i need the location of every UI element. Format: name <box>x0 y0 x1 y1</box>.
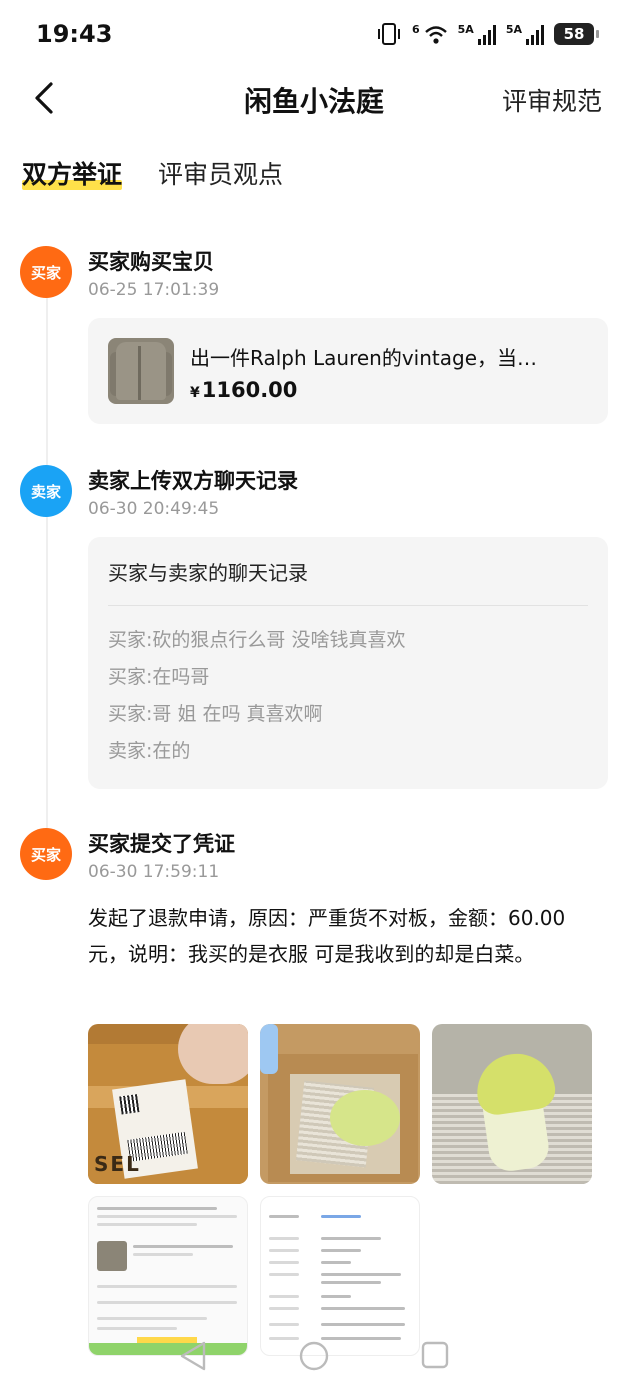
event-time: 06-30 20:49:45 <box>88 499 220 519</box>
chat-message-list: 买家:砍的狠点行么哥 没啥钱真喜欢 买家:在吗哥 买家:哥 姐 在吗 真喜欢啊 … <box>108 627 405 775</box>
system-home-button[interactable] <box>298 1340 330 1376</box>
product-title: 出一件Ralph Lauren的vintage，当… <box>190 346 538 370</box>
event-time: 06-25 17:01:39 <box>88 280 220 300</box>
timeline-event-evidence: 买家 买家提交了凭证 06-30 17:59:11 发起了退款申请，原因：严重货… <box>20 828 608 1368</box>
tab-evidence[interactable]: 双方举证 <box>22 155 123 191</box>
event-title: 买家购买宝贝 <box>88 250 214 274</box>
product-price: ¥1160.00 <box>190 378 298 402</box>
chat-record-card[interactable]: 买家与卖家的聊天记录 买家:砍的狠点行么哥 没啥钱真喜欢 买家:在吗哥 买家:哥… <box>88 537 608 789</box>
tab-reviewer-opinions[interactable]: 评审员观点 <box>158 155 283 191</box>
back-button[interactable] <box>24 78 64 118</box>
chat-message: 买家:在吗哥 <box>108 666 210 688</box>
evidence-photo-box-cabbage[interactable] <box>260 1024 420 1184</box>
event-time: 06-30 17:59:11 <box>88 862 220 882</box>
chat-message: 卖家:在的 <box>108 740 191 762</box>
nav-header: 闲鱼小法庭 评审规范 <box>0 70 628 126</box>
chat-message: 买家:哥 姐 在吗 真喜欢啊 <box>108 703 323 725</box>
chat-message: 买家:砍的狠点行么哥 没啥钱真喜欢 <box>108 629 406 651</box>
timeline-event-purchase: 买家 买家购买宝贝 06-25 17:01:39 出一件Ralph Lauren… <box>20 246 608 426</box>
vibrate-icon <box>378 23 400 45</box>
square-recents-icon <box>421 1341 449 1369</box>
chat-record-title: 买家与卖家的聊天记录 <box>108 561 308 585</box>
timeline-event-chat: 卖家 卖家上传双方聊天记录 06-30 20:49:45 买家与卖家的聊天记录 … <box>20 465 608 795</box>
status-icons: 6 5A 5A 58 <box>376 22 599 46</box>
event-title: 卖家上传双方聊天记录 <box>88 469 298 493</box>
chevron-left-icon <box>35 82 53 114</box>
review-rules-link[interactable]: 评审规范 <box>502 82 602 118</box>
battery-icon: 58 <box>554 23 599 45</box>
divider <box>108 605 588 606</box>
system-recents-button[interactable] <box>420 1340 450 1374</box>
triangle-back-icon <box>180 1341 206 1371</box>
system-navigation-bar <box>0 1330 628 1380</box>
wifi-icon: 6 <box>412 23 448 45</box>
refund-description: 发起了退款申请，原因：严重货不对板，金额：60.00元，说明：我买的是衣服 可是… <box>88 906 566 966</box>
signal-icon-1: 5A <box>458 23 496 45</box>
buyer-badge: 买家 <box>20 828 72 880</box>
event-title: 买家提交了凭证 <box>88 832 235 856</box>
signal-icon-2: 5A <box>506 23 544 45</box>
status-time: 19:43 <box>36 20 113 48</box>
evidence-photo-package-label[interactable]: SEL <box>88 1024 248 1184</box>
buyer-badge: 买家 <box>20 246 72 298</box>
tab-bar: 双方举证 评审员观点 <box>22 155 283 191</box>
product-card[interactable]: 出一件Ralph Lauren的vintage，当… ¥1160.00 <box>88 318 608 424</box>
product-thumbnail <box>108 338 174 404</box>
evidence-photo-cabbage[interactable] <box>432 1024 592 1184</box>
system-back-button[interactable] <box>178 1340 208 1376</box>
circle-home-icon <box>299 1341 329 1371</box>
status-bar: 19:43 6 5A 5A 58 <box>0 0 628 70</box>
seller-badge: 卖家 <box>20 465 72 517</box>
